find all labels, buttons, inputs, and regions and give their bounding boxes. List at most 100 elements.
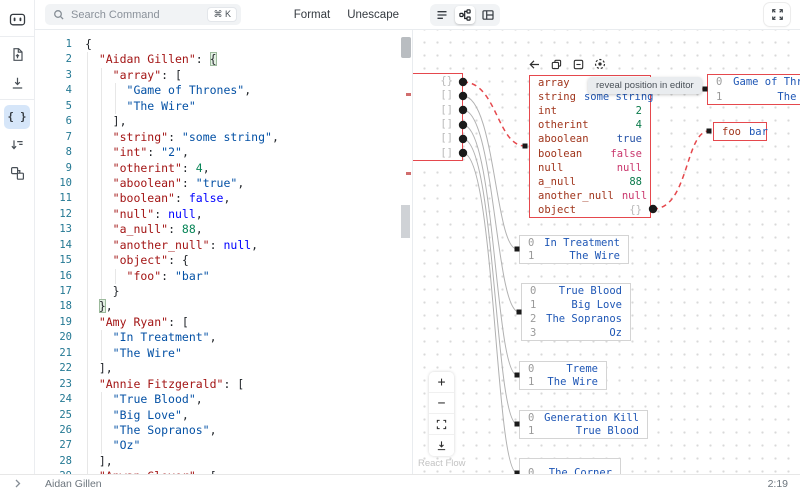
- graph-node-anwan-glover[interactable]: 0Treme1The Wire: [519, 361, 607, 390]
- graph-view-button[interactable]: [455, 6, 475, 24]
- view-switch: [430, 4, 500, 26]
- graph-node-array-values[interactable]: 0Game of Thrones1The Wire: [707, 74, 800, 105]
- node-row: {}: [412, 74, 462, 88]
- unescape-button[interactable]: Unescape: [347, 9, 399, 21]
- line-number: 4: [35, 83, 72, 98]
- node-row: 1The Wire: [708, 90, 800, 105]
- graph-canvas: {}[][][]rd[][]arraystringsome stringint2…: [413, 30, 800, 474]
- editor-scrollbar-thumb[interactable]: [401, 37, 411, 58]
- code-text: ],: [35, 454, 412, 469]
- code-line-18: 18},: [35, 299, 412, 314]
- indent-guide: [101, 191, 102, 206]
- app-logo[interactable]: [4, 7, 30, 31]
- indent-guide: [101, 130, 102, 145]
- indent-guide: [87, 68, 88, 83]
- indent-guide: [101, 269, 102, 284]
- code-line-20: 20"In Treatment",: [35, 330, 412, 345]
- text-view-icon: [436, 9, 448, 21]
- indent-guide: [87, 423, 88, 438]
- node-row: 0In Treatment: [520, 236, 628, 250]
- graph-node-root[interactable]: {}[][][]rd[][]: [412, 73, 463, 161]
- indent-guide: [87, 330, 88, 345]
- code-text: "aboolean": "true",: [35, 176, 412, 191]
- json-editor[interactable]: 1{2"Aidan Gillen": {3"array": [4"Game of…: [35, 30, 412, 474]
- format-button[interactable]: Format: [294, 9, 330, 21]
- download-icon[interactable]: [4, 70, 30, 94]
- reactflow-attribution: React Flow: [418, 458, 466, 469]
- indent-guide: [115, 83, 116, 98]
- graph-node-aidan-gillen[interactable]: arraystringsome stringint2otherint4abool…: [529, 75, 651, 218]
- editor-lines: 1{2"Aidan Gillen": {3"array": [4"Game of…: [35, 37, 412, 474]
- indent-guide: [87, 130, 88, 145]
- node-row: []: [412, 88, 462, 102]
- code-text: "array": [: [35, 68, 412, 83]
- code-line-6: 6],: [35, 114, 412, 129]
- line-number: 3: [35, 68, 72, 83]
- node-row: foobar: [714, 123, 766, 140]
- line-number: 25: [35, 408, 72, 423]
- line-number: 26: [35, 423, 72, 438]
- indent-guide: [87, 99, 88, 114]
- node-row: 1True Blood: [520, 425, 647, 439]
- indent-guide: [101, 222, 102, 237]
- overview-mark: [406, 93, 411, 96]
- zoom-out-button[interactable]: −: [429, 393, 454, 414]
- graph-node-the-corner[interactable]: 0The Corner: [519, 458, 621, 474]
- graph-node-alexander-skarsgard[interactable]: 0Generation Kill1True Blood: [519, 410, 648, 439]
- transform-icon[interactable]: [4, 133, 30, 157]
- line-number: 12: [35, 207, 72, 222]
- line-number: 28: [35, 454, 72, 469]
- code-text: "Annie Fitzgerald": [: [35, 377, 412, 392]
- focus-node-icon[interactable]: [593, 57, 607, 71]
- indent-guide: [101, 346, 102, 361]
- search-icon: [53, 9, 65, 21]
- search-input[interactable]: Search Command ⌘ K: [45, 4, 241, 25]
- line-number: 15: [35, 253, 72, 268]
- node-row: another_nullnull: [530, 189, 650, 203]
- code-line-22: 22],: [35, 361, 412, 376]
- download-image-button[interactable]: [429, 435, 454, 456]
- graph-node-object-foo[interactable]: foobar: [713, 122, 767, 141]
- text-view-button[interactable]: [432, 6, 452, 24]
- indent-guide: [115, 99, 116, 114]
- cursor-position: 2:19: [768, 478, 800, 490]
- json-braces-icon[interactable]: { }: [4, 105, 30, 129]
- fullscreen-button[interactable]: [764, 3, 790, 26]
- line-number: 6: [35, 114, 72, 129]
- indent-guide: [87, 361, 88, 376]
- indent-guide: [101, 161, 102, 176]
- indent-guide: [101, 176, 102, 191]
- node-row: abooleantrue: [530, 132, 650, 146]
- code-text: "otherint": 4,: [35, 161, 412, 176]
- code-line-25: 25"Big Love",: [35, 408, 412, 423]
- indent-guide: [101, 438, 102, 453]
- panel-toggle-chevron[interactable]: [0, 479, 35, 488]
- graph-node-amy-ryan[interactable]: 0In Treatment1The Wire: [519, 235, 629, 264]
- nodes-icon[interactable]: [4, 161, 30, 185]
- fit-view-button[interactable]: [429, 414, 454, 435]
- indent-guide: [87, 207, 88, 222]
- indent-guide: [87, 222, 88, 237]
- back-icon[interactable]: [527, 57, 541, 71]
- code-text: "The Wire": [35, 346, 412, 361]
- indent-guide: [87, 269, 88, 284]
- graph-node-annie-fitzgerald[interactable]: 0True Blood1Big Love2The Sopranos3Oz: [521, 283, 631, 341]
- collapse-node-icon[interactable]: [571, 57, 585, 71]
- line-number: 24: [35, 392, 72, 407]
- code-text: "Oz": [35, 438, 412, 453]
- line-number: 14: [35, 238, 72, 253]
- braces-glyph: { }: [8, 111, 27, 123]
- line-number: 5: [35, 99, 72, 114]
- import-file-icon[interactable]: [4, 42, 30, 66]
- node-row: 3Oz: [522, 326, 630, 340]
- copy-icon[interactable]: [549, 57, 563, 71]
- code-line-10: 10"aboolean": "true",: [35, 176, 412, 191]
- table-view-button[interactable]: [478, 6, 498, 24]
- node-row: 0Generation Kill: [520, 411, 647, 425]
- line-number: 22: [35, 361, 72, 376]
- node-row: rd[]: [412, 131, 462, 145]
- fit-view-icon: [436, 419, 447, 430]
- graph-panel: {}[][][]rd[][]arraystringsome stringint2…: [412, 30, 800, 474]
- zoom-in-button[interactable]: +: [429, 372, 454, 393]
- code-line-19: 19"Amy Ryan": [: [35, 315, 412, 330]
